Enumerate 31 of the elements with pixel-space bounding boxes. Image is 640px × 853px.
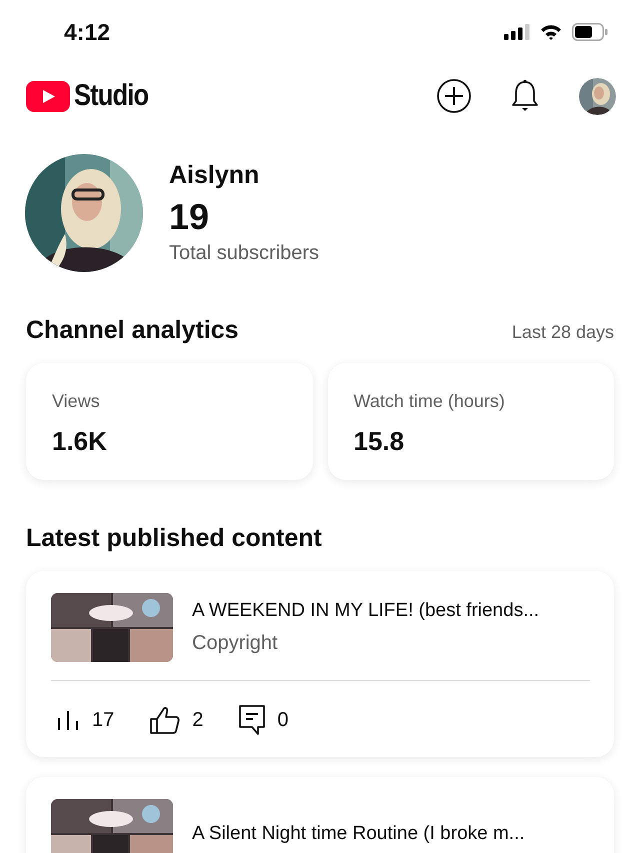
- bell-icon[interactable]: [511, 79, 539, 113]
- video-status: Copyright: [192, 632, 279, 655]
- subscriber-label: Total subscribers: [169, 242, 320, 265]
- channel-name: Aislynn: [169, 161, 260, 190]
- logo-text: Studio: [74, 79, 148, 113]
- subscriber-count: 19: [169, 196, 210, 238]
- section-title: Latest published content: [26, 524, 322, 553]
- section-title: Channel analytics: [26, 316, 239, 345]
- metric-label: Watch time (hours): [354, 391, 506, 412]
- comment-icon: [239, 705, 266, 735]
- stat-value: 17: [92, 708, 114, 732]
- video-card[interactable]: A WEEKEND IN MY LIFE! (best friends... Copyright 17 2 0: [26, 571, 614, 757]
- metric-card[interactable]: Watch time (hours) 15.8: [328, 363, 614, 480]
- wifi-icon: [540, 24, 562, 40]
- video-title[interactable]: A WEEKEND IN MY LIFE! (best friends...: [192, 600, 540, 622]
- metric-card[interactable]: Views 1.6K: [26, 363, 312, 480]
- stat-value: 0: [277, 708, 288, 732]
- create-icon[interactable]: [437, 79, 471, 113]
- stat-value: 2: [192, 708, 204, 732]
- battery-icon: [572, 23, 608, 41]
- metric-value: 1.6K: [52, 426, 108, 457]
- period-label: Last 28 days: [512, 322, 614, 343]
- bar-chart-icon: [56, 709, 80, 731]
- play-logo-icon: [26, 80, 70, 112]
- video-title[interactable]: A Silent Night time Routine (I broke m...: [192, 822, 525, 844]
- thumbs-up-icon: [150, 706, 180, 734]
- metric-value: 15.8: [354, 426, 406, 457]
- metric-label: Views: [52, 391, 101, 412]
- video-card[interactable]: A Silent Night time Routine (I broke m...: [26, 777, 614, 853]
- status-time: 4:12: [64, 18, 110, 46]
- signal-icon: [504, 24, 530, 40]
